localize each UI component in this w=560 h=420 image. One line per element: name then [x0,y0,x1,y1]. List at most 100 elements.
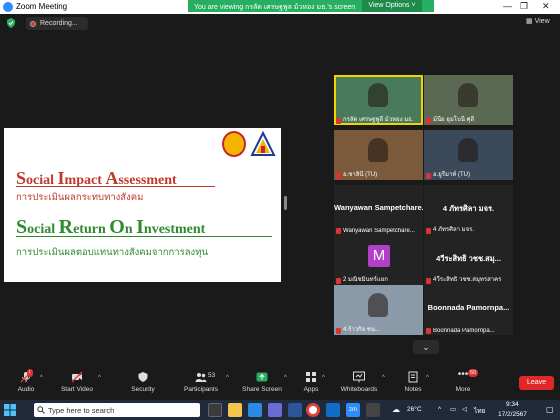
apps-button[interactable]: Apps [300,371,322,399]
split-resize-handle[interactable] [284,196,287,210]
sia-thai-subtitle: การประเมินผลกระทบทางสังคม [16,192,144,203]
view-options-button[interactable]: View Options ˅ [362,0,422,12]
clock-time[interactable]: 9:34 [506,401,519,408]
apps-caret-icon[interactable]: ^ [322,375,325,381]
windows-start-icon[interactable] [4,404,16,416]
security-button[interactable]: Security [128,371,158,399]
app-window-icon[interactable] [366,403,380,417]
recording-dot-icon [30,21,36,27]
audio-label: Audio [17,386,35,393]
start-video-label: Start Video [60,386,94,393]
sroi-thai-subtitle: การประเมินผลตอบแทนทางสังคมจากการลงทุน [16,247,208,258]
volume-icon[interactable]: ◁ [462,405,467,413]
apps-icon [306,372,316,382]
audio-button[interactable]: Audio [14,371,38,399]
close-icon[interactable]: ✕ [542,1,550,12]
participant-tile[interactable]: 4 ภัทรศิลา มจร. 4 ภัทรศิลา มจร. [424,185,513,235]
network-icon[interactable]: ▭ [450,405,456,413]
participant-tile[interactable]: อ.ยูรีมาท์ (TU) [424,130,513,180]
minimize-icon[interactable]: — [503,1,512,11]
participant-center-name: Boonnada Pamornpa... [427,303,510,312]
participant-tile[interactable]: Boonnada Pamornpa... Boonnada Pamornpa... [424,285,513,335]
participants-label: Participants [184,386,218,393]
audio-alert-badge: ! [27,369,33,377]
participant-video-figure [368,293,388,317]
maximize-icon[interactable]: ❐ [520,1,528,12]
participant-tile[interactable]: Wanyawan Sampetchare... Wanyawan Sampetch… [334,185,423,235]
notes-button[interactable]: Notes [402,371,424,399]
participants-count: 53 [208,372,216,379]
word-icon[interactable] [288,403,302,417]
participant-tile[interactable]: 4.ร้าวกิจ ชน... [334,285,423,335]
more-badge: 50 [468,369,479,377]
participant-name: อ.ยูรีมาท์ (TU) [433,172,470,178]
tray-chevron-up-icon[interactable]: ^ [438,406,441,413]
participant-tile[interactable]: กรลัด เศรษฐพูลี ม้วหอง มธ. [334,75,423,125]
shared-screen-slide: Social Impact Assessment การประเมินผลกระ… [4,128,281,282]
share-caret-icon[interactable]: ^ [284,375,287,381]
notes-caret-icon[interactable]: ^ [426,375,429,381]
participant-name: ม้นีย อุมโบนี ศุลี [433,117,475,123]
whiteboards-caret-icon[interactable]: ^ [382,375,385,381]
outlook-icon[interactable] [326,403,340,417]
task-view-icon[interactable] [208,403,222,417]
muted-mic-icon [336,228,341,234]
leave-button[interactable]: Leave [519,376,554,390]
file-explorer-icon[interactable] [228,403,242,417]
whiteboard-icon [353,371,365,383]
view-layout-button[interactable]: ▦ View [526,17,556,29]
viewing-banner-text: You are viewing กรลัด เศรษฐพูล ม้วหอง มธ… [194,4,356,11]
participant-center-name: Wanyawan Sampetchare... [334,203,423,212]
security-shield-icon[interactable] [6,18,16,28]
muted-mic-icon [426,173,431,179]
security-label: Security [131,386,155,393]
participant-center-name: 4 ภัทรศิลา มจร. [442,204,495,213]
participant-name: 4 ภัทรศิลา มจร. [433,227,475,233]
participant-tile[interactable]: 4วีระสิทธิ วชช.สมุ... 4วีระสิทธิ วชช.สมุท… [424,235,513,285]
participant-name: 4.ร้าวกิจ ชน... [343,327,380,333]
clock-date[interactable]: 17/2/2567 [498,411,527,418]
participant-name: อ.ชาลินี (TU) [343,172,378,178]
taskbar-search-box[interactable]: Type here to search [34,403,200,417]
muted-mic-icon [426,278,431,284]
muted-mic-icon [426,118,431,124]
participant-tile[interactable]: อ.ชาลินี (TU) [334,130,423,180]
edge-icon[interactable] [248,403,262,417]
video-caret-icon[interactable]: ^ [98,375,101,381]
search-placeholder: Type here to search [48,406,115,415]
participant-name: 2 มณิชมินทร์แยก [343,277,388,283]
language-indicator[interactable]: ไทย [474,406,485,416]
more-label: More [455,386,471,393]
participant-tile[interactable]: ม้นีย อุมโบนี ศุลี [424,75,513,125]
chevron-down-icon[interactable]: ⌄ [413,340,439,354]
view-label: View [534,18,550,25]
windows-taskbar: Type here to search zm ☁ 26°C ^ ▭ ◁ ไทย … [0,400,560,420]
weather-cloud-icon: ☁ [392,405,400,414]
start-video-button[interactable]: Start Video [58,371,96,399]
participants-caret-icon[interactable]: ^ [226,375,229,381]
audio-caret-icon[interactable]: ^ [40,375,43,381]
weather-temp: 26°C [407,406,422,413]
sroi-underline [16,236,272,237]
participant-name: Boonnada Pamornpa... [433,328,495,334]
participant-video-figure [368,138,388,162]
participant-name: 4วีระสิทธิ วชช.สมุทรสาคร [433,277,502,283]
muted-mic-icon [426,228,431,234]
share-screen-icon [256,372,268,382]
participant-video-figure [458,138,478,162]
whiteboards-button[interactable]: Whiteboards [338,371,380,399]
shield-icon [138,372,148,382]
share-screen-button[interactable]: Share Screen [242,371,282,399]
zoom-taskbar-icon[interactable]: zm [346,403,360,417]
share-screen-label: Share Screen [242,386,282,393]
search-icon [37,406,45,414]
muted-mic-icon [426,328,431,334]
participant-tile[interactable]: M 2 มณิชมินทร์แยก [334,235,423,285]
store-icon[interactable] [268,403,282,417]
participant-video-figure [368,83,388,107]
participant-name: กรลัด เศรษฐพูลี ม้วหอง มธ. [343,117,414,123]
grid-icon: ▦ [526,18,533,25]
chrome-icon[interactable] [306,403,320,417]
recording-indicator[interactable]: Recording... [26,17,88,30]
notification-icon[interactable]: ▢ [546,405,554,414]
